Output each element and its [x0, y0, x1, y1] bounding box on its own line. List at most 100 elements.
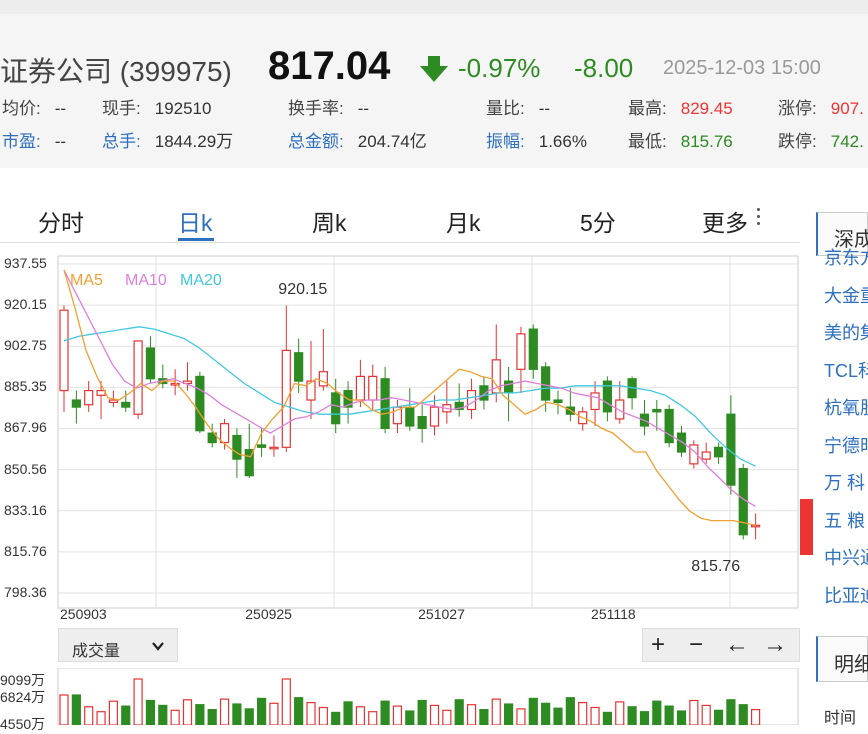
tab-daily-k[interactable]: 日k: [178, 204, 213, 238]
volume-bar: [244, 708, 254, 726]
stat-item: 换手率: --: [288, 94, 369, 119]
volume-bar: [738, 704, 748, 726]
stat-item: 均价: --: [2, 94, 66, 119]
x-axis-tick-label: 251118: [591, 606, 636, 622]
sidebar-stock-item[interactable]: 五 粮: [824, 507, 865, 533]
volume-bar: [454, 699, 464, 726]
volume-bar: [627, 706, 637, 726]
candle-body: [368, 375, 378, 401]
volume-bar: [516, 708, 526, 726]
volume-bar: [219, 698, 230, 726]
y-axis-tick-label: 920.15: [4, 296, 47, 313]
stat-label[interactable]: 总金额:: [288, 132, 344, 151]
zoom-out-button[interactable]: −: [689, 631, 703, 659]
candle-body: [466, 389, 477, 411]
volume-bar: [689, 699, 699, 726]
legend-item: MA10: [125, 272, 167, 289]
volume-bar: [145, 699, 156, 726]
stat-item: 跌停: 742.: [778, 127, 864, 152]
stat-label[interactable]: 市盈:: [2, 132, 41, 151]
plot-area: [57, 255, 799, 609]
stat-value: 829.45: [680, 99, 733, 118]
sidebar-stock-item[interactable]: 宁德时: [824, 432, 868, 458]
stat-label[interactable]: 总手:: [102, 132, 141, 151]
pan-right-button[interactable]: →: [763, 631, 787, 659]
volume-bar: [96, 711, 106, 726]
volume-indicator-select[interactable]: 成交量: [58, 628, 178, 662]
volume-bar: [331, 711, 341, 726]
stat-value: --: [54, 99, 67, 118]
stat-label[interactable]: 振幅:: [486, 132, 525, 151]
volume-bar: [207, 708, 217, 726]
sidebar-stock-item[interactable]: TCL科: [824, 357, 868, 383]
candle-body: [713, 446, 724, 458]
stat-item: 量比: --: [486, 94, 550, 119]
y-axis-tick-label: 867.96: [4, 419, 47, 436]
sidebar-stock-item[interactable]: 比亚迪: [824, 582, 868, 608]
y-axis-tick-label: 833.16: [4, 501, 47, 518]
stat-label: 最低:: [628, 132, 667, 151]
volume-bar: [639, 711, 650, 726]
candle-body: [429, 406, 440, 427]
sidebar-stock-item[interactable]: 京东方: [824, 244, 868, 270]
tab-5min[interactable]: 5分: [580, 204, 616, 238]
sidebar-stock-item[interactable]: 万 科: [824, 469, 865, 495]
stat-label: 涨停:: [778, 99, 817, 118]
volume-bar: [133, 678, 143, 726]
sidebar-stock-item[interactable]: 中兴通: [824, 544, 868, 570]
tab-more[interactable]: 更多: [702, 204, 748, 238]
volume-bar: [590, 706, 600, 726]
y-axis-tick-label: 902.75: [4, 337, 47, 354]
candle-body: [294, 352, 304, 382]
volume-bar: [528, 697, 538, 726]
sidebar-stock-item[interactable]: 杭氧股: [824, 394, 868, 420]
volume-plot-area: [57, 667, 799, 726]
stat-item: 涨停: 907.: [778, 94, 864, 119]
stat-value: 907.: [830, 99, 864, 118]
volume-bar: [392, 705, 403, 726]
volume-bar: [541, 702, 551, 726]
candle-body: [541, 366, 551, 401]
volume-chart: 9099万 6824万 4550万: [0, 667, 800, 732]
candle-body: [281, 349, 291, 448]
quote-timestamp: 2025-12-03 15:00: [663, 57, 821, 79]
tab-weekly-k[interactable]: 周k: [312, 204, 347, 238]
volume-bar: [121, 705, 131, 726]
y-axis-tick-label: 815.76: [4, 542, 47, 559]
side-collapse-tab[interactable]: [800, 499, 813, 555]
legend-item: MA5: [70, 272, 103, 289]
volume-bar: [182, 699, 193, 726]
volume-bar: [664, 705, 674, 726]
more-dots-icon[interactable]: [757, 208, 761, 229]
volume-axis-label: 6824万: [0, 689, 46, 705]
stat-value: 204.74亿: [357, 132, 427, 151]
volume-bar: [158, 704, 168, 726]
stat-value: 1844.29万: [154, 132, 234, 151]
tab-monthly-k[interactable]: 月k: [446, 204, 481, 238]
price-annotation: 920.15: [278, 281, 328, 299]
sidebar-stock-item[interactable]: 大金重: [824, 282, 868, 308]
candle-body: [664, 408, 674, 444]
stat-label: 换手率:: [288, 99, 344, 118]
candle-body: [145, 347, 156, 380]
volume-bar: [750, 708, 761, 726]
candle-body: [96, 389, 106, 396]
volume-bar: [602, 711, 613, 726]
volume-bar: [232, 703, 242, 726]
pan-left-button[interactable]: ←: [725, 631, 749, 659]
volume-bar: [343, 701, 353, 726]
candle-body: [133, 340, 143, 415]
candle-body: [269, 446, 279, 450]
stat-value: --: [54, 132, 67, 151]
tab-intraday[interactable]: 分时: [38, 204, 84, 238]
sidebar-stock-list: 深成 京东方大金重美的集TCL科杭氧股宁德时万 科五 粮中兴通比亚迪: [816, 212, 868, 632]
volume-bar: [713, 709, 724, 726]
y-axis-tick-label: 885.35: [4, 378, 47, 395]
zoom-in-button[interactable]: +: [651, 631, 665, 659]
candle-body: [71, 399, 81, 408]
volume-bar: [417, 699, 427, 726]
volume-bar: [726, 699, 736, 726]
kline-chart[interactable]: 937.55 920.15 902.75 885.35 867.96 850.56 833.…: [0, 250, 800, 630]
volume-axis-label: 4550万: [0, 716, 46, 732]
sidebar-stock-item[interactable]: 美的集: [824, 319, 868, 345]
